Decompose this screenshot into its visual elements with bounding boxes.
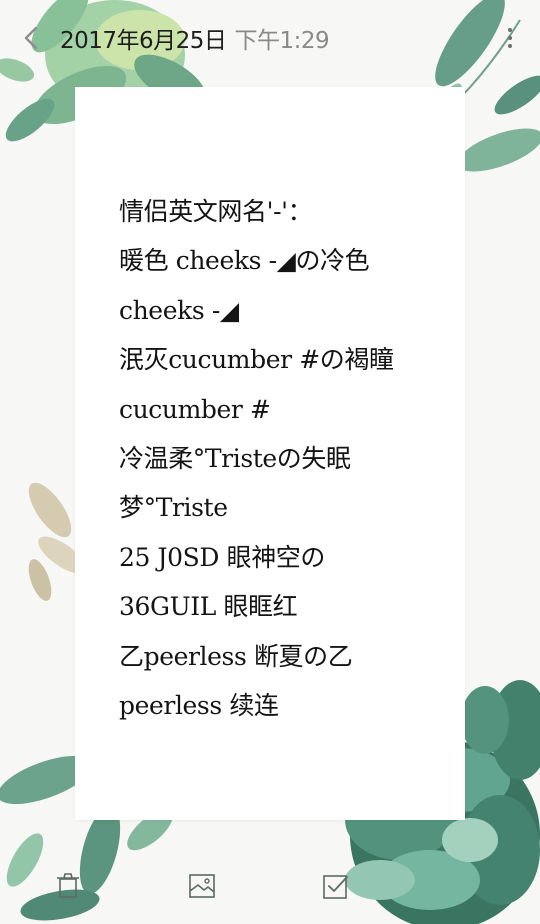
back-button[interactable] [14, 20, 48, 56]
checkbox-icon [323, 875, 348, 899]
insert-image-button[interactable] [184, 868, 220, 904]
note-time: 下午1:29 [234, 28, 330, 54]
image-icon [189, 874, 215, 898]
bottom-toolbar [0, 846, 540, 924]
note-card[interactable]: 情侣英文网名'-'： 暖色 cheeks -◢の冷色 cheeks -◢ 泯灭c… [75, 87, 465, 820]
delete-button[interactable] [50, 868, 86, 904]
more-vertical-icon-dot [508, 44, 512, 48]
more-vertical-icon-dot [508, 28, 512, 32]
note-date: 2017年6月25日 [60, 28, 227, 54]
more-options-button[interactable] [502, 22, 518, 54]
note-timestamp: 2017年6月25日 下午1:29 [60, 20, 330, 56]
insert-checkbox-button[interactable] [318, 868, 354, 904]
chevron-left-icon [24, 26, 38, 50]
note-content[interactable]: 情侣英文网名'-'： 暖色 cheeks -◢の冷色 cheeks -◢ 泯灭c… [119, 187, 419, 730]
note-header: 2017年6月25日 下午1:29 [0, 0, 540, 78]
trash-icon [57, 873, 79, 898]
more-vertical-icon-dot [508, 36, 512, 40]
